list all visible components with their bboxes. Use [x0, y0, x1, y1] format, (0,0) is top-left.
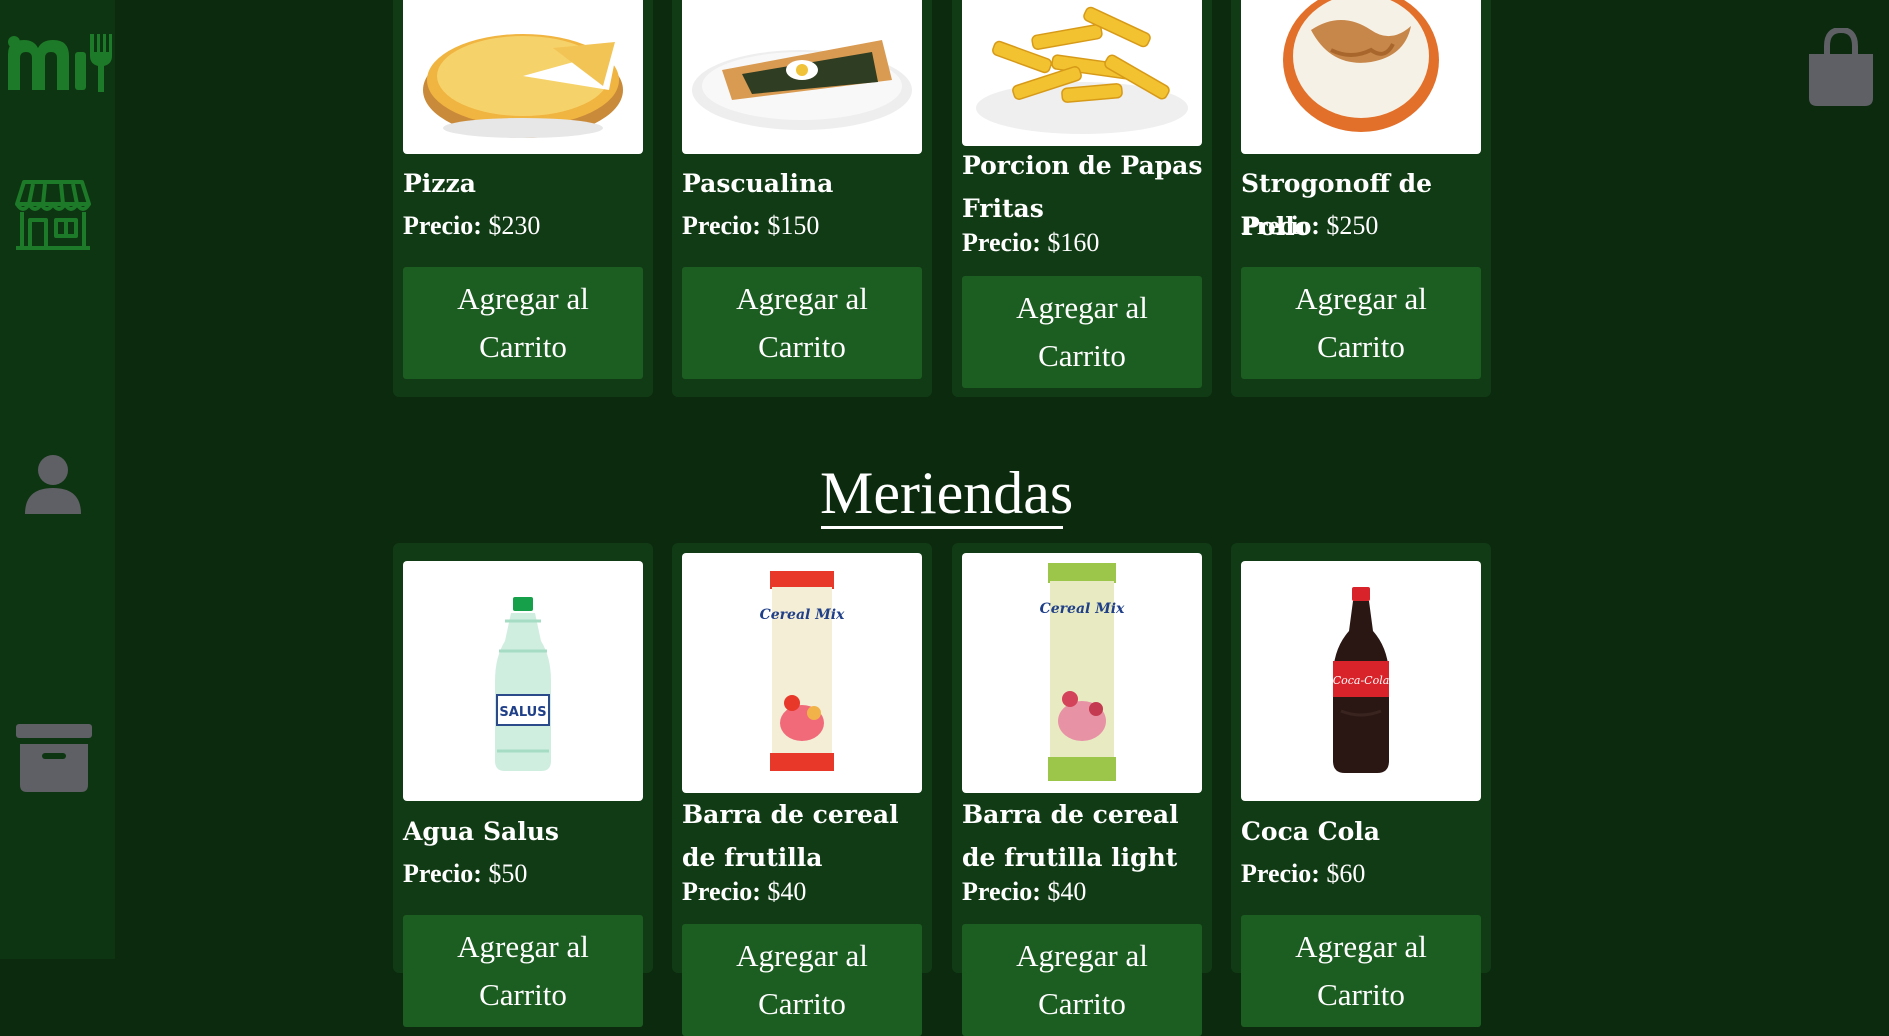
add-to-cart-button[interactable]: Agregar al Carrito [962, 924, 1202, 1036]
price-label: Precio: [1241, 859, 1320, 888]
product-name: Barra de cereal de frutilla light [962, 800, 1179, 872]
product-card: Porcion de Papas Fritas Precio: $160 Agr… [952, 0, 1212, 397]
product-price: Precio: $40 [962, 874, 1207, 910]
product-card: Coca-Cola Coca Cola Precio: $60 Agregar … [1231, 543, 1491, 1027]
bar-brand-text: Cereal Mix [1040, 601, 1125, 617]
price-value: $40 [1047, 877, 1087, 906]
product-image-pizza [403, 0, 643, 154]
product-card: Pizza Precio: $230 Agregar al Carrito [393, 0, 653, 397]
product-card: Pascualina Precio: $150 Agregar al Carri… [672, 0, 932, 397]
product-price: Precio: $250 [1241, 208, 1486, 244]
add-to-cart-button[interactable]: Agregar al Carrito [403, 915, 643, 1027]
product-price: Precio: $230 [403, 208, 648, 244]
price-label: Precio: [1241, 211, 1320, 240]
price-label: Precio: [403, 859, 482, 888]
add-to-cart-button[interactable]: Agregar al Carrito [1241, 915, 1481, 1027]
price-label: Precio: [682, 877, 761, 906]
add-to-cart-button[interactable]: Agregar al Carrito [682, 267, 922, 379]
price-value: $230 [488, 211, 541, 240]
product-name: Pizza [403, 169, 476, 198]
price-value: $40 [767, 877, 807, 906]
product-price: Precio: $60 [1241, 856, 1486, 892]
product-card: Cereal Mix Barra de cereal de frutilla l… [952, 543, 1212, 1036]
section-title-underline [821, 526, 1063, 529]
price-value: $160 [1047, 228, 1100, 257]
price-label: Precio: [962, 877, 1041, 906]
add-to-cart-button[interactable]: Agregar al Carrito [1241, 267, 1481, 379]
bottle-label-text: SALUS [499, 705, 546, 720]
bar-brand-text: Cereal Mix [760, 607, 845, 623]
price-value: $250 [1326, 211, 1379, 240]
product-image-fries [962, 0, 1202, 146]
section-title: Meriendas [820, 460, 1074, 526]
price-label: Precio: [403, 211, 482, 240]
product-name: Barra de cereal de frutilla [682, 800, 899, 872]
product-catalog: Pizza Precio: $230 Agregar al Carrito Pa… [0, 0, 1889, 1036]
product-price: Precio: $160 [962, 225, 1207, 261]
add-to-cart-button[interactable]: Agregar al Carrito [403, 267, 643, 379]
product-card: Cereal Mix Barra de cereal de frutilla P… [672, 543, 932, 1036]
product-name: Pascualina [682, 169, 834, 198]
product-price: Precio: $50 [403, 856, 648, 892]
product-image-water-bottle: SALUS [403, 561, 643, 801]
product-price: Precio: $150 [682, 208, 927, 244]
bottle-label-text: Coca-Cola [1333, 674, 1390, 687]
product-image-cereal-bar-light: Cereal Mix [962, 553, 1202, 793]
product-price: Precio: $40 [682, 874, 927, 910]
price-label: Precio: [962, 228, 1041, 257]
product-card: Strogonoff de Pollo Precio: $250 Agregar… [1231, 0, 1491, 397]
product-name: Agua Salus [403, 817, 559, 846]
add-to-cart-button[interactable]: Agregar al Carrito [962, 276, 1202, 388]
product-image-strogonoff [1241, 0, 1481, 154]
product-image-cereal-bar: Cereal Mix [682, 553, 922, 793]
add-to-cart-button[interactable]: Agregar al Carrito [682, 924, 922, 1036]
price-value: $150 [767, 211, 820, 240]
price-value: $60 [1326, 859, 1366, 888]
product-image-cola-bottle: Coca-Cola [1241, 561, 1481, 801]
price-value: $50 [488, 859, 528, 888]
product-image-pascualina [682, 0, 922, 154]
product-name: Coca Cola [1241, 817, 1380, 846]
price-label: Precio: [682, 211, 761, 240]
product-card: SALUS Agua Salus Precio: $50 Agregar al … [393, 543, 653, 1027]
product-name: Porcion de Papas Fritas [962, 151, 1203, 223]
